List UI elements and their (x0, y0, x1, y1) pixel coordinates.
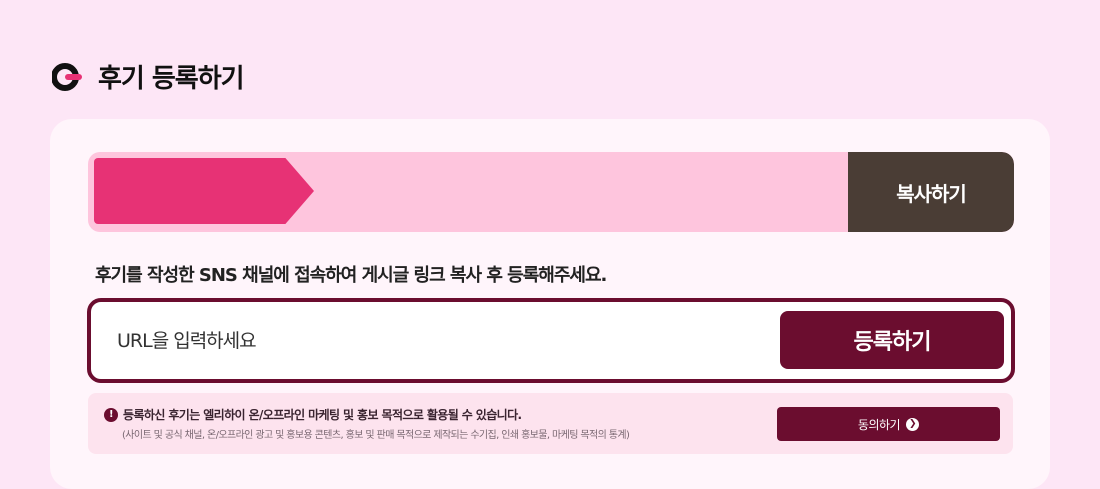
arrow-indicator (94, 158, 314, 224)
exclamation-icon: ! (104, 407, 118, 422)
page-title: 후기 등록하기 (98, 64, 245, 94)
instruction-text: 후기를 작성한 SNS 채널에 접속하여 게시글 링크 복사 후 등록해주세요. (95, 265, 607, 286)
link-copy-bar: 복사하기 (88, 152, 1014, 232)
consent-notice: ! 등록하신 후기는 엘리하이 온/오프라인 마케팅 및 홍보 목적으로 활용될… (88, 393, 1013, 454)
consent-main-text: 등록하신 후기는 엘리하이 온/오프라인 마케팅 및 홍보 목적으로 활용될 수… (123, 408, 522, 422)
page-header: 후기 등록하기 (52, 58, 245, 95)
url-input[interactable] (115, 322, 719, 360)
agree-button[interactable]: 동의하기 ❯ (777, 407, 1000, 441)
chevron-right-circle-icon: ❯ (906, 417, 920, 431)
url-form: 등록하기 (87, 298, 1015, 383)
agree-label: 동의하기 (857, 417, 901, 432)
consent-main: ! 등록하신 후기는 엘리하이 온/오프라인 마케팅 및 홍보 목적으로 활용될… (104, 406, 522, 423)
review-logo-icon (52, 62, 82, 91)
copy-button[interactable]: 복사하기 (848, 152, 1014, 232)
register-button[interactable]: 등록하기 (780, 311, 1004, 369)
review-card: 복사하기 후기를 작성한 SNS 채널에 접속하여 게시글 링크 복사 후 등록… (50, 119, 1050, 489)
consent-sub-text: (사이트 및 공식 채널, 온/오프라인 광고 및 홍보용 콘텐츠, 홍보 및 … (122, 430, 630, 441)
